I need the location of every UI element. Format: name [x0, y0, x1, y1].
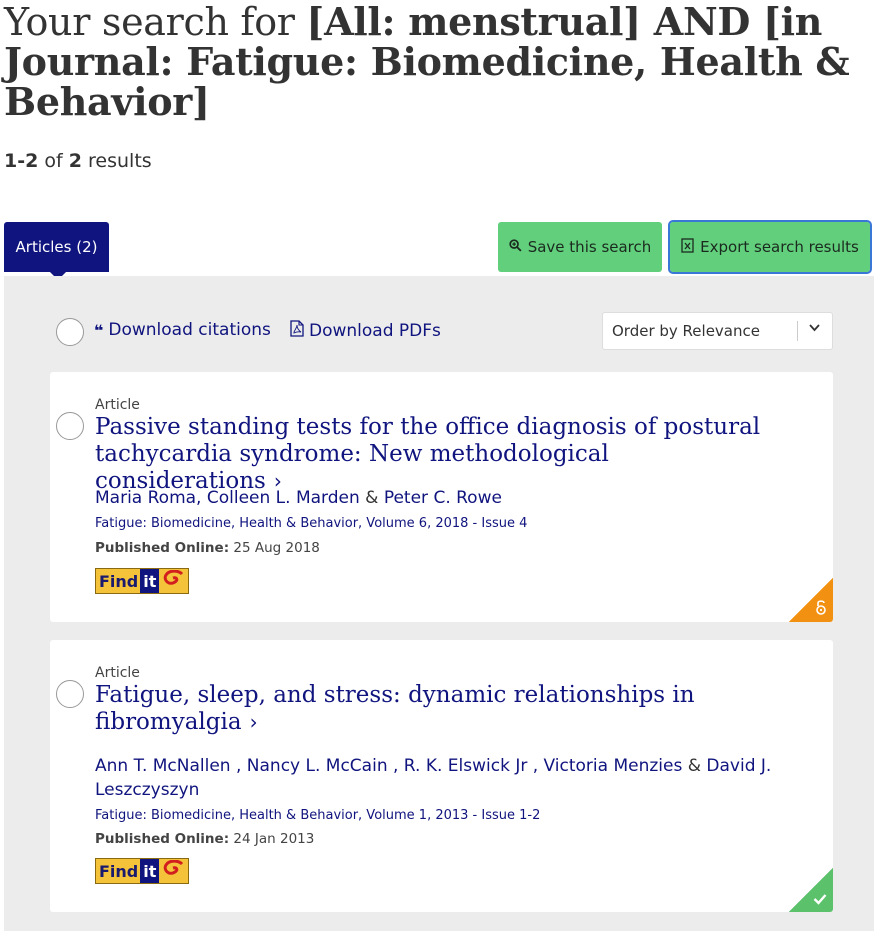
- order-by-value: Order by Relevance: [612, 322, 760, 340]
- article-type: Article: [95, 665, 140, 681]
- published-date: 25 Aug 2018: [233, 540, 320, 556]
- results-count: 1-2 of 2 results: [4, 150, 152, 172]
- tab-articles[interactable]: Articles (2): [4, 222, 109, 280]
- search-save-icon: [509, 238, 522, 256]
- order-by-select[interactable]: Order by Relevance: [602, 312, 833, 350]
- article-published: Published Online: 24 Jan 2013: [95, 831, 314, 847]
- chevron-down-icon: [809, 321, 820, 335]
- save-search-button[interactable]: Save this search: [498, 222, 662, 272]
- pdf-icon: [290, 320, 304, 341]
- tab-articles-label: Articles (2): [15, 238, 98, 256]
- open-access-badge: [789, 578, 833, 622]
- results-range: 1-2: [4, 150, 39, 172]
- export-file-icon: [681, 237, 694, 257]
- findit-logo-icon: [163, 569, 185, 593]
- author-links[interactable]: Ann T. McNallen , Nancy L. McCain , R. K…: [95, 756, 682, 776]
- published-label: Published Online:: [95, 831, 230, 847]
- article-journal-link[interactable]: Fatigue: Biomedicine, Health & Behavior,…: [95, 516, 527, 531]
- author-links[interactable]: Maria Roma, Colleen L. Marden: [95, 488, 360, 508]
- download-pdfs-label: Download PDFs: [309, 320, 441, 341]
- download-citations-link[interactable]: ❝ Download citations: [94, 320, 271, 340]
- page-title: Your search for [All: menstrual] AND [in…: [4, 2, 864, 122]
- select-all-radio[interactable]: [56, 318, 84, 346]
- save-search-label: Save this search: [527, 238, 652, 256]
- article-title: Fatigue, sleep, and stress: dynamic rela…: [95, 682, 695, 735]
- article-title-link[interactable]: Passive standing tests for the office di…: [95, 414, 795, 495]
- search-prefix: Your search for: [4, 0, 307, 44]
- chevron-right-icon: ›: [249, 710, 258, 734]
- results-total: 2: [68, 150, 82, 172]
- checkmark-icon: [813, 890, 827, 909]
- findit-find-text: Find: [99, 861, 139, 881]
- article-type: Article: [95, 397, 140, 413]
- article-title: Passive standing tests for the office di…: [95, 414, 761, 494]
- results-suffix: results: [88, 150, 152, 172]
- download-pdfs-link[interactable]: Download PDFs: [290, 320, 441, 341]
- select-divider: [797, 321, 798, 341]
- author-ampersand: &: [687, 756, 701, 776]
- article-published: Published Online: 25 Aug 2018: [95, 540, 320, 556]
- findit-logo-icon: [163, 859, 185, 883]
- article-title-link[interactable]: Fatigue, sleep, and stress: dynamic rela…: [95, 682, 795, 736]
- article-authors: Maria Roma, Colleen L. Marden & Peter C.…: [95, 486, 795, 510]
- results-of: of: [44, 150, 63, 172]
- author-link-last[interactable]: Peter C. Rowe: [384, 488, 502, 508]
- findit-button[interactable]: Find it: [95, 858, 189, 884]
- unlock-icon: [815, 599, 827, 619]
- article-authors: Ann T. McNallen , Nancy L. McCain , R. K…: [95, 754, 795, 802]
- full-access-badge: [789, 868, 833, 912]
- published-date: 24 Jan 2013: [233, 831, 315, 847]
- findit-button[interactable]: Find it: [95, 568, 189, 594]
- export-results-label: Export search results: [700, 238, 859, 256]
- author-ampersand: &: [365, 488, 379, 508]
- findit-it-text: it: [140, 859, 160, 883]
- findit-it-text: it: [140, 569, 160, 593]
- export-results-button[interactable]: Export search results: [668, 220, 872, 274]
- article-card: Article Passive standing tests for the o…: [50, 372, 833, 622]
- quote-icon: ❝: [94, 320, 104, 340]
- download-citations-label: Download citations: [108, 320, 271, 340]
- article-select-radio[interactable]: [56, 680, 84, 708]
- article-select-radio[interactable]: [56, 412, 84, 440]
- findit-find-text: Find: [99, 571, 139, 591]
- article-journal-link[interactable]: Fatigue: Biomedicine, Health & Behavior,…: [95, 808, 540, 823]
- published-label: Published Online:: [95, 540, 230, 556]
- article-card: Article Fatigue, sleep, and stress: dyna…: [50, 640, 833, 912]
